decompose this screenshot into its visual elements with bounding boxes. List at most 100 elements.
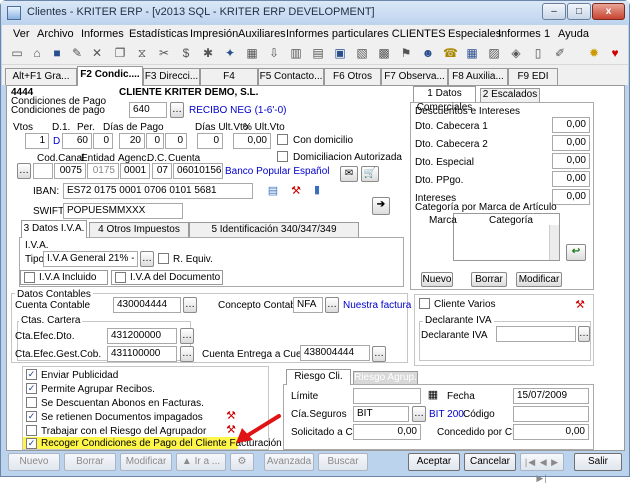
dias-ult-input[interactable]: 0 (197, 133, 223, 149)
iva-incluido-checkbox[interactable] (24, 272, 35, 283)
d1-input[interactable]: 60 (62, 133, 92, 149)
tab-datos-iva[interactable]: 3 Datos I.V.A. (21, 220, 87, 238)
category-modificar-button[interactable]: Modificar (516, 272, 562, 287)
tab-edi[interactable]: F9 EDI (508, 68, 558, 85)
tab-contactos[interactable]: F5 Contacto... (258, 68, 324, 85)
riesgo-agrupador-checkbox[interactable] (26, 425, 37, 436)
edit-icon[interactable]: ✎ (70, 46, 84, 60)
wizard-icon[interactable]: ✦ (223, 46, 237, 60)
entrega-input[interactable]: 438004444 (300, 345, 370, 361)
bank-name-link[interactable]: Banco Popular Español (225, 166, 330, 177)
cancelar-button[interactable]: Cancelar (464, 453, 516, 471)
menu-impresion[interactable]: Impresión (190, 28, 238, 40)
tab-identificacion[interactable]: 5 Identificación 340/347/349 (189, 222, 359, 237)
payment-description-link[interactable]: RECIBO NEG (1-6'-0) (189, 105, 286, 116)
tab-datos-comerciales[interactable]: 1 Datos Comerciales (413, 86, 476, 113)
menu-informes-2[interactable]: Informes (498, 28, 541, 40)
flag-icon[interactable]: ⚑ (399, 46, 413, 60)
currency-icon[interactable]: $ (179, 46, 193, 60)
cuenta-contable-input[interactable]: 430004444 (113, 297, 181, 313)
lock-button[interactable]: ⚙ (230, 453, 254, 471)
cia-seguros-input[interactable]: BIT (353, 406, 409, 422)
maximize-button[interactable]: □ (567, 3, 591, 20)
cia-seguros-link[interactable]: BIT 200 (429, 409, 464, 420)
concepto-input[interactable]: NFA (293, 297, 323, 313)
domiciliacion-checkbox[interactable] (277, 151, 288, 162)
menu-archivo[interactable]: Archivo (37, 28, 74, 40)
fecha-input[interactable]: 15/07/2009 (513, 388, 589, 404)
dto-especial-input[interactable]: 0,00 (552, 153, 590, 169)
category-nuevo-button[interactable]: Nuevo (421, 272, 453, 287)
calendar-small-icon[interactable]: ▦ (426, 389, 440, 401)
vtos-input[interactable]: 1 (25, 133, 49, 149)
entidad-input[interactable]: 0075 (54, 163, 86, 179)
tools-icon[interactable]: ✂ (157, 46, 171, 60)
entidad-2-input[interactable]: 0175 (87, 163, 119, 179)
efec-dto-lookup-button[interactable]: … (180, 328, 194, 344)
descuentan-abonos-checkbox[interactable] (26, 397, 37, 408)
calendar-icon[interactable]: ▦ (465, 46, 479, 60)
iva-tipo-lookup-button[interactable]: … (140, 251, 154, 267)
sheet-icon[interactable]: ▧ (355, 46, 369, 60)
diamond-icon[interactable]: ◈ (509, 46, 523, 60)
category-borrar-button[interactable]: Borrar (471, 272, 507, 287)
concepto-link[interactable]: Nuestra factura (343, 300, 411, 311)
payment-code-input[interactable]: 640 (129, 102, 167, 118)
tab-otros-impuestos[interactable]: 4 Otros Impuestos (89, 222, 189, 237)
r-equiv-checkbox[interactable] (158, 253, 169, 264)
dto-cab1-input[interactable]: 0,00 (552, 117, 590, 133)
aceptar-button[interactable]: Aceptar (408, 453, 460, 471)
record-navigator[interactable]: |◀ ◀ ▶ ▶| (520, 453, 564, 483)
cod-canal-lookup-button[interactable]: … (17, 163, 31, 179)
card-icon[interactable]: ▤ (266, 185, 280, 197)
dia-pago-1-input[interactable]: 20 (119, 133, 145, 149)
gest-cob-lookup-button[interactable]: … (180, 346, 194, 362)
lightbulb-icon[interactable]: ✹ (587, 46, 601, 60)
gest-cob-input[interactable]: 431100000 (107, 346, 177, 362)
retienen-documentos-checkbox[interactable]: ✓ (26, 411, 37, 422)
concepto-lookup-button[interactable]: … (325, 297, 339, 313)
dto-ppgo-input[interactable]: 0,00 (552, 171, 590, 187)
limite-input[interactable] (353, 388, 421, 404)
iban-input[interactable]: ES72 0175 0001 0706 0101 5681 (63, 183, 253, 199)
dc-input[interactable]: 07 (152, 163, 172, 179)
cuenta-input[interactable]: 0601015681 (173, 163, 223, 179)
nav-last-icon[interactable]: ▶| (536, 473, 547, 483)
filter-icon[interactable]: ⧖ (135, 46, 149, 60)
modificar-button[interactable]: Modificar (120, 453, 172, 471)
nuevo-button[interactable]: Nuevo (8, 453, 60, 471)
codigo-input[interactable] (513, 406, 589, 422)
image-icon[interactable]: ▨ (487, 46, 501, 60)
book-icon[interactable]: ▮ (311, 184, 323, 196)
tab-riesgo-agrup[interactable]: Riesgo Agrup. (353, 371, 418, 385)
menu-estadisticas[interactable]: Estadísticas (129, 28, 188, 40)
cia-seguros-lookup-button[interactable]: … (412, 406, 426, 422)
tab-observaciones[interactable]: F7 Observa... (381, 68, 448, 85)
next-arrow-button[interactable]: ➔ (372, 197, 390, 215)
dto-cab2-input[interactable]: 0,00 (552, 135, 590, 151)
dia-pago-3-input[interactable]: 0 (165, 133, 187, 149)
buscar-button[interactable]: Buscar (318, 453, 368, 471)
tab-auxiliares[interactable]: F8 Auxilia... (448, 68, 508, 85)
iva-tipo-input[interactable]: I.V.A General 21% - 2 (43, 251, 138, 267)
gavel-varios-icon[interactable]: ⚒ (573, 299, 587, 311)
report-icon[interactable]: ▣ (333, 46, 347, 60)
tab-graficos[interactable]: Alt+F1 Gra... (5, 68, 77, 85)
iva-documento-checkbox[interactable] (115, 272, 126, 283)
down-arrow-icon[interactable]: ⇩ (267, 46, 281, 60)
d-link[interactable]: D (53, 136, 60, 147)
phone-icon[interactable]: ☎ (443, 46, 458, 60)
concedido-input[interactable]: 0,00 (513, 424, 589, 440)
pencil-icon[interactable]: ✐ (553, 46, 567, 60)
doc-icon[interactable]: ▯ (531, 46, 545, 60)
swift-input[interactable]: POPUESMMXXX (63, 203, 183, 219)
pct-ult-input[interactable]: 0,00 (233, 133, 271, 149)
tab-escalados[interactable]: 2 Escalados (480, 88, 540, 102)
new-doc-icon[interactable]: ▭ (10, 46, 24, 60)
chart-icon[interactable]: ▥ (289, 46, 303, 60)
con-domicilio-checkbox[interactable] (277, 134, 288, 145)
agrupar-recibos-checkbox[interactable]: ✓ (26, 383, 37, 394)
email-button[interactable]: ✉ (340, 166, 358, 182)
tab-transportes[interactable]: F4 Transp.... (200, 68, 258, 97)
apply-category-button[interactable]: ↩ (566, 244, 586, 261)
